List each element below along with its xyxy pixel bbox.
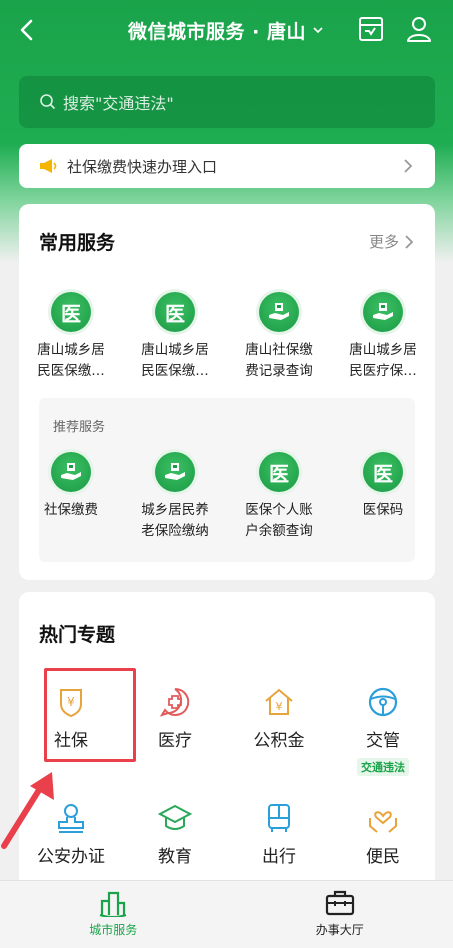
topic-housing-fund[interactable]: ¥ 公积金 bbox=[227, 686, 331, 751]
service-item[interactable]: 医 医保个人账 户余额查询 bbox=[227, 452, 331, 542]
service-item[interactable]: 唐山城乡居 民医疗保… bbox=[331, 292, 435, 382]
topic-medical[interactable]: 医疗 bbox=[123, 686, 227, 751]
service-item[interactable]: 城乡居民养 老保险缴纳 bbox=[123, 452, 227, 542]
notice-banner[interactable]: 社保缴费快速办理入口 bbox=[19, 144, 435, 188]
medical-icon: 医 bbox=[51, 292, 91, 332]
megaphone-icon bbox=[40, 159, 57, 173]
hand-payment-icon bbox=[259, 292, 299, 332]
graduation-cap-icon bbox=[158, 804, 192, 830]
inbox-icon[interactable] bbox=[356, 14, 386, 44]
medical-icon: 医 bbox=[259, 452, 299, 492]
service-item[interactable]: 医 唐山城乡居 民医保缴… bbox=[123, 292, 227, 382]
svg-text:¥: ¥ bbox=[276, 700, 283, 713]
chevron-right-icon bbox=[404, 159, 413, 173]
house-yuan-icon: ¥ bbox=[265, 688, 293, 715]
topic-traffic[interactable]: 交管 交通违法 bbox=[331, 686, 435, 776]
recommended-title: 推荐服务 bbox=[53, 420, 106, 435]
city-buildings-icon bbox=[99, 891, 127, 917]
notice-text: 社保缴费快速办理入口 bbox=[67, 157, 218, 176]
search-icon bbox=[40, 94, 56, 110]
recommended-row: 社保缴费 城乡居民养 老保险缴纳 医 医保个人账 户余额查询 医 医保码 bbox=[19, 452, 435, 542]
medical-icon: 医 bbox=[363, 452, 403, 492]
service-item[interactable]: 社保缴费 bbox=[19, 452, 123, 542]
chevron-down-icon bbox=[313, 27, 323, 34]
hand-payment-icon bbox=[51, 452, 91, 492]
user-icon[interactable] bbox=[404, 14, 434, 44]
section-title: 常用服务 bbox=[39, 232, 116, 254]
chevron-right-icon bbox=[405, 234, 414, 249]
bottom-tab-bar: 城市服务 办事大厅 bbox=[0, 880, 453, 948]
search-placeholder: 搜索"交通违法" bbox=[63, 94, 174, 113]
medical-icon: 医 bbox=[155, 292, 195, 332]
briefcase-icon bbox=[325, 890, 354, 916]
service-item[interactable]: 医 唐山城乡居 民医保缴… bbox=[19, 292, 123, 382]
highlight-box bbox=[44, 668, 136, 762]
service-item[interactable]: 医 医保码 bbox=[331, 452, 435, 542]
tab-service-hall[interactable]: 办事大厅 bbox=[227, 881, 453, 948]
tab-city-services[interactable]: 城市服务 bbox=[0, 881, 227, 948]
bus-icon bbox=[268, 804, 290, 832]
topic-education[interactable]: 教育 bbox=[123, 802, 227, 867]
hot-topics-row: 公安办证 教育 出行 便民 bbox=[19, 802, 435, 867]
topic-tag: 交通违法 bbox=[357, 758, 409, 776]
heart-hands-icon bbox=[369, 811, 397, 833]
hand-payment-icon bbox=[363, 292, 403, 332]
app-header: 微信城市服务 · 唐山 bbox=[0, 0, 453, 60]
search-input[interactable]: 搜索"交通违法" bbox=[19, 76, 435, 128]
topic-convenience[interactable]: 便民 bbox=[331, 802, 435, 867]
service-item[interactable]: 唐山社保缴 费记录查询 bbox=[227, 292, 331, 382]
topic-travel[interactable]: 出行 bbox=[227, 802, 331, 867]
more-link[interactable]: 更多 bbox=[369, 231, 415, 252]
medical-cross-icon bbox=[159, 687, 190, 717]
section-title: 热门专题 bbox=[39, 624, 116, 646]
hand-payment-icon bbox=[155, 452, 195, 492]
page-title: 微信城市服务 · 唐山 bbox=[128, 20, 306, 43]
common-services-row: 医 唐山城乡居 民医保缴… 医 唐山城乡居 民医保缴… 唐山社保缴 费记录查询 唐山城… bbox=[19, 292, 435, 382]
chevron-left-icon[interactable] bbox=[14, 16, 42, 44]
steering-wheel-icon bbox=[368, 687, 398, 717]
pointer-arrow-icon bbox=[1, 772, 54, 849]
common-services-card: 常用服务 更多 医 唐山城乡居 民医保缴… 医 唐山城乡居 民医保缴… 唐山社保缴费… bbox=[19, 204, 435, 580]
city-selector[interactable]: 微信城市服务 · 唐山 bbox=[128, 14, 324, 46]
